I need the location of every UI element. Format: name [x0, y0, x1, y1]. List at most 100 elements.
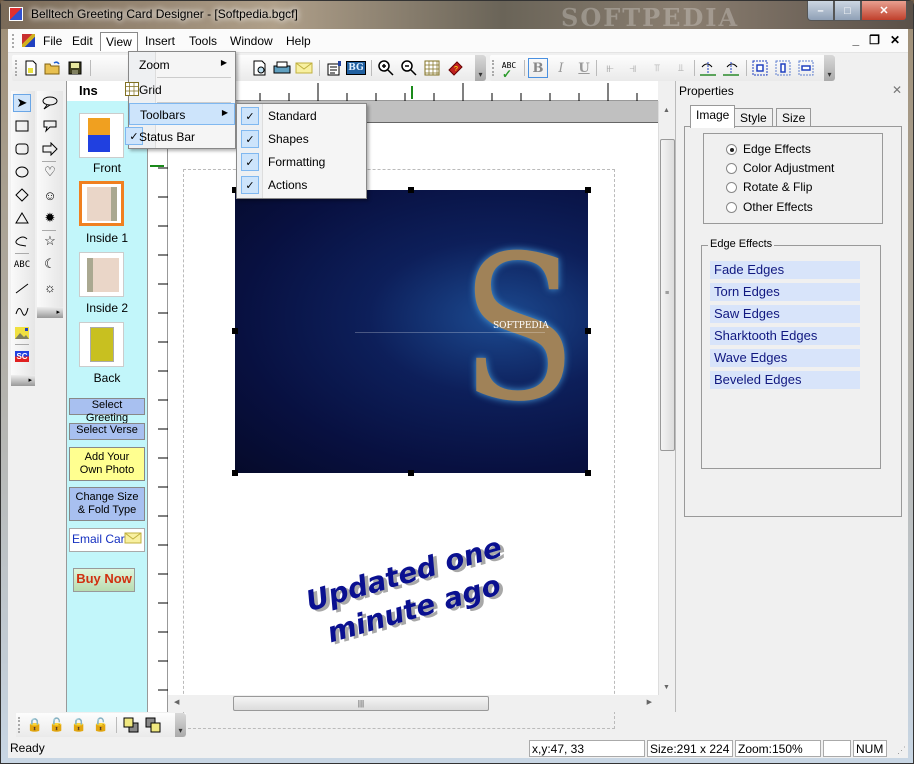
toolbar-options-button[interactable]: ▾	[475, 55, 486, 81]
page-thumb-back[interactable]	[79, 322, 124, 367]
lock-icon[interactable]: 🔒	[26, 716, 44, 734]
page-thumb-inside-2[interactable]	[79, 252, 124, 297]
vertical-scroll-thumb[interactable]: ≡	[660, 139, 675, 451]
toolbar-grip[interactable]	[492, 60, 495, 76]
toolbar-options-button[interactable]: ▾	[175, 713, 186, 737]
mdi-restore-button[interactable]: ❐	[869, 33, 880, 47]
select-verse-button[interactable]: Select Verse	[69, 423, 145, 440]
buy-now-button[interactable]: Buy Now	[73, 568, 135, 592]
lock-all-icon[interactable]: 🔒	[70, 716, 88, 734]
select-greeting-button[interactable]: Select Greeting	[69, 398, 145, 424]
resize-handle[interactable]	[585, 187, 591, 193]
view-menu-status-bar[interactable]: ✓ Status Bar	[125, 126, 233, 148]
bring-front-icon[interactable]	[122, 716, 140, 734]
print-icon[interactable]	[273, 59, 291, 77]
zoom-in-icon[interactable]	[377, 59, 395, 77]
saw-edges-option[interactable]: Saw Edges	[710, 305, 860, 323]
beveled-edges-option[interactable]: Beveled Edges	[710, 371, 860, 389]
heart-icon[interactable]: ♡	[41, 163, 59, 181]
spellcheck-icon[interactable]: ABC ✓	[498, 59, 520, 82]
toolbar-formatting-item[interactable]: ✓ Formatting	[239, 151, 364, 173]
view-menu-toolbars[interactable]: Toolbars ▶	[129, 103, 235, 125]
toolbar-grip[interactable]	[15, 60, 18, 76]
wave-edges-option[interactable]: Wave Edges	[710, 349, 860, 367]
grid-icon[interactable]	[423, 59, 441, 77]
rectangle-icon[interactable]	[13, 117, 31, 135]
toolbar-shapes-item[interactable]: ✓ Shapes	[239, 128, 364, 150]
menu-insert[interactable]: Insert	[140, 32, 180, 51]
resize-handle[interactable]	[408, 187, 414, 193]
unlock-icon[interactable]: 🔓	[48, 716, 66, 734]
document-icon[interactable]	[22, 34, 35, 47]
center-vertical-icon[interactable]	[797, 59, 815, 77]
align-bottom-icon[interactable]: ⫫	[672, 59, 690, 77]
toolbar-standard-item[interactable]: ✓ Standard	[239, 105, 364, 127]
toolbar-grip[interactable]	[18, 717, 21, 733]
smiley-icon[interactable]: ☺	[41, 186, 59, 204]
triangle-icon[interactable]	[13, 209, 31, 227]
radio-color-adjustment[interactable]: Color Adjustment	[726, 161, 834, 175]
resize-handle[interactable]	[585, 328, 591, 334]
sun-icon[interactable]: ☼	[41, 278, 59, 296]
open-folder-icon[interactable]	[44, 59, 62, 77]
sharktooth-edges-option[interactable]: Sharktooth Edges	[710, 327, 860, 345]
text-tool-icon[interactable]: ABC	[13, 256, 31, 274]
zoom-out-icon[interactable]	[400, 59, 418, 77]
menu-tools[interactable]: Tools	[184, 32, 222, 51]
radio-edge-effects[interactable]: Edge Effects	[726, 142, 811, 156]
callout-oval-icon[interactable]	[41, 94, 59, 112]
align-left-icon[interactable]: ⫦	[601, 59, 619, 77]
resize-handle[interactable]	[232, 470, 238, 476]
ellipse-icon[interactable]	[13, 163, 31, 181]
vertical-scrollbar[interactable]: ▲ ≡ ▼	[658, 101, 675, 695]
moon-icon[interactable]: ☾	[41, 255, 59, 273]
toolbar-options-button[interactable]: ▸	[37, 307, 63, 318]
italic-button[interactable]: I	[552, 59, 570, 77]
properties-close-icon[interactable]: ✕	[892, 83, 902, 97]
change-size-button[interactable]: Change Size & Fold Type	[69, 487, 145, 521]
mdi-close-button[interactable]: ✕	[890, 33, 900, 47]
grip-handle[interactable]	[12, 34, 15, 48]
bold-button[interactable]: B	[528, 58, 548, 78]
card-photo[interactable]: S SOFTPEDIA	[235, 190, 588, 473]
burst-icon[interactable]: ✹	[41, 209, 59, 227]
scroll-up-icon[interactable]: ▲	[663, 107, 670, 114]
arrow-right-icon[interactable]	[41, 140, 59, 158]
callout-round-icon[interactable]	[41, 117, 59, 135]
underline-button[interactable]: U	[575, 59, 593, 77]
toolbar-actions-item[interactable]: ✓ Actions	[239, 174, 364, 196]
mdi-minimize-button[interactable]: _	[852, 33, 859, 47]
radio-other-effects[interactable]: Other Effects	[726, 200, 813, 214]
align-right-icon[interactable]: ⫣	[624, 59, 642, 77]
title-bar[interactable]: Belltech Greeting Card Designer - [Softp…	[1, 1, 913, 32]
diamond-icon[interactable]	[13, 186, 31, 204]
tab-image[interactable]: Image	[690, 105, 736, 128]
toolbar-options-button[interactable]: ▸	[11, 375, 35, 386]
page-thumb-inside-1[interactable]	[79, 181, 124, 226]
properties-icon[interactable]	[325, 59, 343, 77]
menu-file[interactable]: File	[38, 32, 67, 51]
resize-grip[interactable]: ⋰	[897, 745, 906, 756]
scroll-left-icon[interactable]: ◀	[174, 698, 179, 706]
horizontal-scroll-thumb[interactable]: |||	[233, 696, 489, 711]
resize-handle[interactable]	[408, 470, 414, 476]
torn-edges-option[interactable]: Torn Edges	[710, 283, 860, 301]
menu-edit[interactable]: Edit	[67, 32, 98, 51]
clipart-icon[interactable]: SC	[13, 347, 31, 365]
background-icon[interactable]: BG	[346, 59, 366, 77]
menu-window[interactable]: Window	[225, 32, 278, 51]
rounded-rectangle-icon[interactable]	[13, 140, 31, 158]
radio-rotate-flip[interactable]: Rotate & Flip	[726, 180, 812, 194]
freeform-icon[interactable]	[13, 232, 31, 250]
tab-style[interactable]: Style	[734, 108, 773, 127]
tab-size-pos[interactable]: Size & Pos	[776, 108, 812, 153]
unlock-all-icon[interactable]: 🔓	[92, 716, 110, 734]
align-top-icon[interactable]: ⫪	[648, 59, 666, 77]
view-menu-grid[interactable]: Grid	[125, 79, 233, 101]
resize-handle[interactable]	[232, 328, 238, 334]
email-icon[interactable]	[295, 59, 313, 77]
close-button[interactable]: ✕	[861, 1, 907, 21]
rotate-right-icon[interactable]	[699, 59, 717, 77]
horizontal-scrollbar[interactable]: ◀ ||| ▶	[168, 695, 658, 712]
center-horizontal-icon[interactable]	[774, 59, 792, 77]
